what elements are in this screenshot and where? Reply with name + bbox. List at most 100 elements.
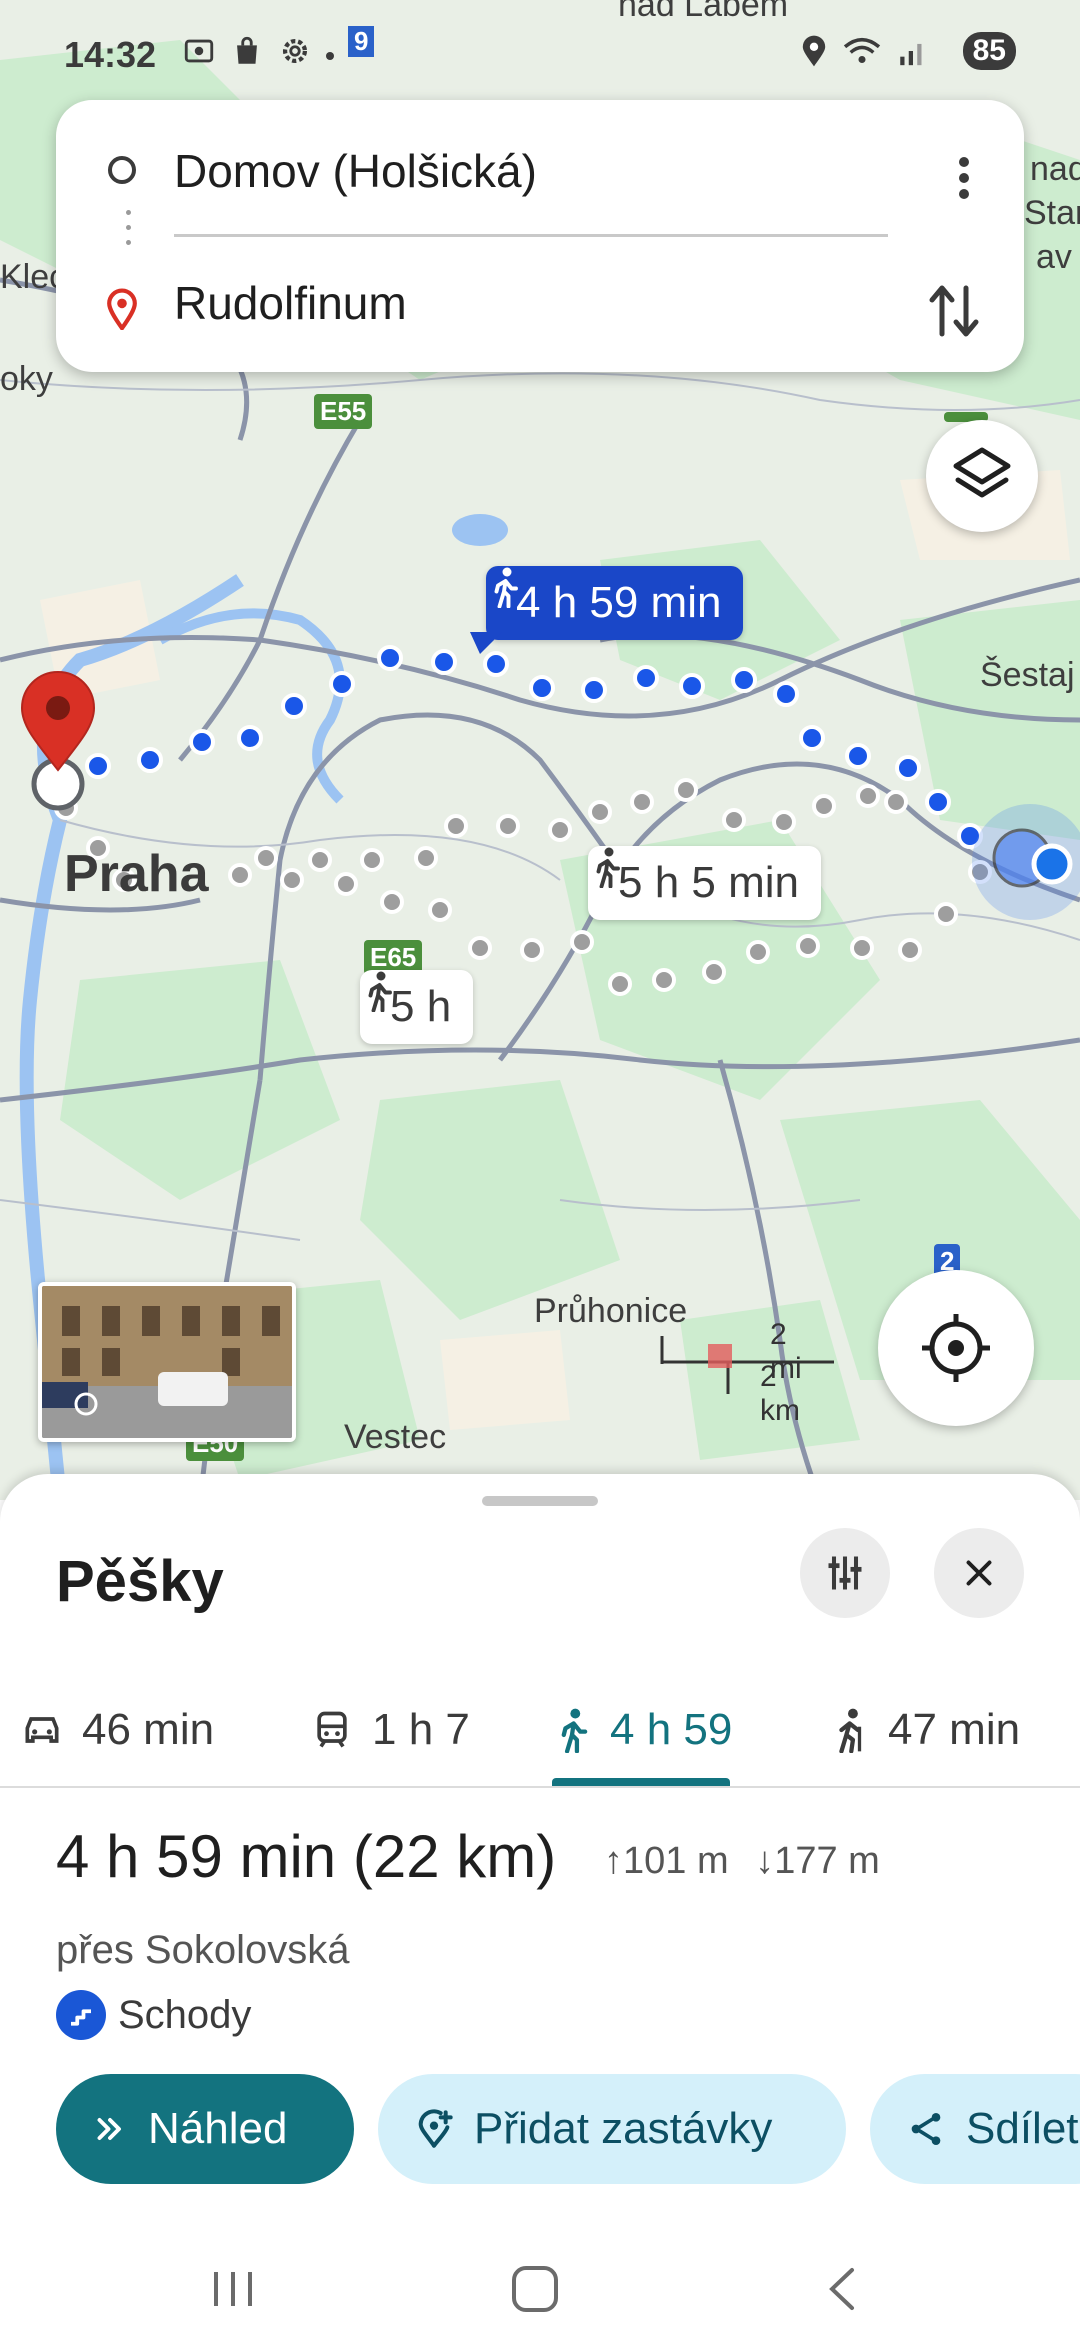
home-button[interactable] [510,2264,560,2319]
signal-icon [896,34,930,77]
sheet-title: Pěšky [56,1549,224,1614]
origin-circle-icon [108,156,136,184]
map-place-label: Průhonice [534,1292,688,1330]
tab-label: 4 h 59 [610,1705,733,1754]
directions-sheet: Pěšky 46 min 1 h 7 4 h 59 47 min 4 h 59 … [0,1474,1080,2340]
map-place-label: av [1036,238,1072,276]
arrow-down-icon: ↓ [755,1840,775,1882]
destination-pin-icon[interactable] [20,670,96,772]
directions-card: Domov (Holšická) Rudolfinum [56,100,1024,372]
selected-route-label[interactable]: 4 h 59 min [486,566,744,640]
recent-apps-button[interactable] [208,2264,258,2319]
map-city-label: Praha [64,845,209,903]
destination-field[interactable]: Rudolfinum [174,276,407,330]
more-options-button[interactable] [944,148,984,208]
ascent-value: 101 m [623,1840,729,1882]
origin-field[interactable]: Domov (Holšická) [174,144,537,198]
status-bar: 14:32 9 85 [0,26,1080,78]
street-view-thumbnail[interactable] [38,1282,296,1442]
map-place-label: nad Labem [618,0,789,24]
route-via: přes Sokolovská [56,1928,350,1972]
scale-km: 2 km [760,1360,800,1427]
card-divider [174,234,888,237]
poi-marker [708,1344,732,1368]
layers-icon [953,447,1011,498]
notification-badge: 9 [348,26,375,57]
map-place-label: Vestec [344,1418,447,1456]
destination-pin-center [46,696,70,720]
back-icon [829,2268,854,2310]
transit-icon [317,1711,347,1748]
status-time: 14:32 [64,34,157,75]
tab-label: 46 min [82,1705,215,1754]
my-location-button[interactable] [878,1270,1034,1426]
back-button[interactable] [818,2264,868,2319]
destination-row[interactable]: Rudolfinum [56,256,1024,356]
stairs-icon [56,1990,106,2040]
scooter-icon [839,1708,862,1753]
elevation-info: ↑101 m ↓177 m [604,1840,880,1883]
preview-button[interactable]: Náhled [56,2074,354,2184]
callout-tail [470,632,502,654]
map-place-label: Šestaj [980,656,1075,694]
tune-icon [828,1556,862,1590]
bag-icon [230,34,264,77]
travel-mode-tabs: 46 min 1 h 7 4 h 59 47 min [0,1674,1080,1788]
recents-icon [214,2272,252,2306]
descent-value: 177 m [774,1840,880,1882]
alt-route-time: 5 h 5 min [618,858,799,907]
active-tab-indicator [552,1778,730,1786]
status-icons-left: 9 [182,26,375,77]
street-view-image [42,1286,292,1438]
walk-icon [561,1708,588,1753]
settings-icon [278,34,312,77]
lake [452,514,508,546]
arrow-up-icon: ↑ [604,1840,623,1882]
swap-vert-icon [929,285,979,337]
preview-label: Náhled [148,2104,288,2153]
status-icons-right [800,34,930,77]
map-place-label: oky [0,360,53,398]
alt-route-label-2[interactable]: 5 h [360,970,474,1044]
battery-indicator: 85 [962,32,1016,70]
close-button[interactable] [934,1528,1024,1618]
tab-label: 47 min [888,1705,1021,1754]
home-icon [512,2266,558,2312]
alt-route-label-1[interactable]: 5 h 5 min [588,846,821,920]
share-icon [911,2113,941,2145]
sheet-drag-handle[interactable] [482,1496,598,1506]
road-shield-e55: E55 [314,394,373,429]
destination-pin-small-icon [106,288,138,335]
add-stops-button[interactable]: Přidat zastávky [378,2074,846,2184]
wifi-icon [842,34,882,77]
dot-icon [326,51,334,60]
route-warning: Schody [56,1990,251,2040]
share-button[interactable]: Sdílet [870,2074,1080,2184]
route-distance: (22 km) [352,1823,557,1890]
route-options-button[interactable] [800,1528,890,1618]
tab-transit[interactable]: 1 h 7 [310,1674,470,1786]
tab-label: 1 h 7 [372,1705,470,1754]
tab-scooter[interactable]: 47 min [826,1674,1020,1786]
double-chevron-icon [97,2118,121,2140]
location-icon [800,34,828,77]
share-label: Sdílet [966,2104,1079,2153]
car-icon [25,1717,59,1743]
map-layers-button[interactable] [926,420,1038,532]
origin-row[interactable]: Domov (Holšická) [56,120,1024,220]
screenshot-icon [182,34,216,77]
add-location-icon [418,2109,453,2148]
tab-walk[interactable]: 4 h 59 [552,1674,732,1786]
swap-directions-button[interactable] [924,276,984,346]
map-place-label: Stara [1024,194,1080,232]
selected-route-time: 4 h 59 min [516,578,722,627]
route-summary: 4 h 59 min (22 km) [56,1822,556,1891]
route-connector-dots [126,210,131,255]
add-stops-label: Přidat zastávky [474,2104,773,2153]
system-nav-bar [0,2234,1080,2340]
crosshair-icon [922,1314,990,1382]
current-location-dot [1031,843,1073,885]
tab-drive[interactable]: 46 min [20,1674,214,1786]
more-vert-icon [959,157,969,199]
route-duration: 4 h 59 min [56,1823,337,1890]
